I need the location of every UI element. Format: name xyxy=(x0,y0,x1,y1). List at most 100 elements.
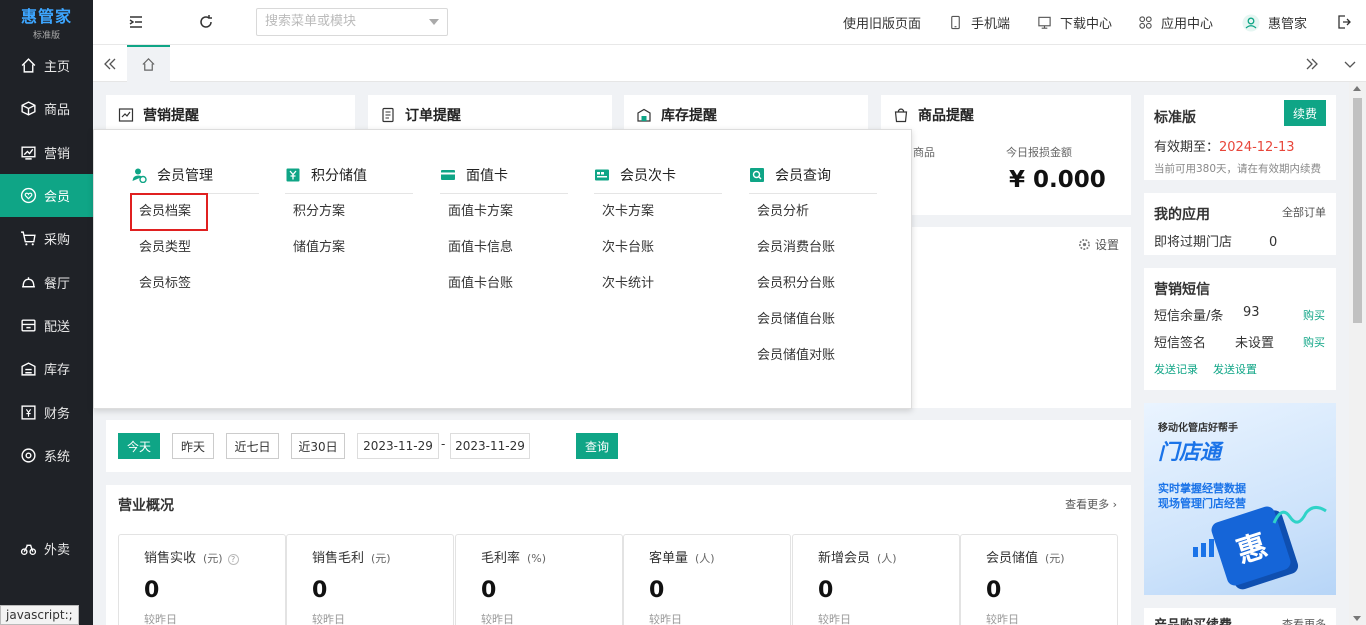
menu-column-times-card: 会员次卡 次卡方案 次卡台账 次卡统计 xyxy=(594,165,722,302)
sidebar-item-takeaway[interactable]: 外卖 xyxy=(0,527,93,570)
app-center-link[interactable]: 应用中心 xyxy=(1138,13,1213,32)
end-date-input[interactable]: 2023-11-29 xyxy=(450,433,530,459)
sidebar-item-restaurant[interactable]: 餐厅 xyxy=(0,260,93,303)
home-icon xyxy=(142,58,155,71)
double-chevron-right-icon[interactable] xyxy=(1305,57,1319,71)
stat-value: 0 xyxy=(986,578,1002,603)
old-version-link[interactable]: 使用旧版页面 xyxy=(843,13,921,32)
double-chevron-left-icon[interactable] xyxy=(103,57,117,71)
date-filter-bar: 今天 昨天 近七日 近30日 2023-11-29 - 2023-11-29 查… xyxy=(106,420,1131,472)
stat-unit: (人) xyxy=(695,552,715,565)
user-menu[interactable]: 惠管家 xyxy=(1242,13,1307,32)
menu-item-member-type[interactable]: 会员类型 xyxy=(131,230,259,266)
date-separator: - xyxy=(441,437,446,451)
stat-card-sales: 销售实收 (元)? 0 较昨日 xyxy=(118,534,286,625)
menu-search-input[interactable]: 搜索菜单或模块 xyxy=(256,8,448,36)
menu-item-stored-value-ledger[interactable]: 会员储值台账 xyxy=(749,302,877,338)
menu-item-value-card-info[interactable]: 面值卡信息 xyxy=(440,230,568,266)
renew-button[interactable]: 续费 xyxy=(1284,100,1326,126)
scroll-up-icon[interactable] xyxy=(1353,86,1361,91)
menu-item-stored-value-reconcile[interactable]: 会员储值对账 xyxy=(749,338,877,374)
sidebar-item-purchase[interactable]: 采购 xyxy=(0,217,93,260)
product-renew-more[interactable]: 查看更多 xyxy=(1282,616,1326,625)
settings-link[interactable]: 设置 xyxy=(1078,236,1119,253)
menu-collapse-icon[interactable] xyxy=(127,13,145,31)
sidebar-item-inventory[interactable]: 库存 xyxy=(0,347,93,390)
tab-home[interactable] xyxy=(127,45,170,82)
warehouse-icon xyxy=(21,362,36,376)
menu-item-times-card-stats[interactable]: 次卡统计 xyxy=(594,266,722,302)
sidebar-item-home[interactable]: 主页 xyxy=(0,44,93,87)
logout-icon[interactable] xyxy=(1336,14,1352,30)
settings-icon xyxy=(21,448,36,463)
promo-banner[interactable]: 移动化管店好帮手 门店通 实时掌握经营数据 现场管理门店经营 惠 xyxy=(1144,403,1336,595)
help-icon[interactable]: ? xyxy=(227,554,239,565)
scroll-down-icon[interactable] xyxy=(1353,616,1361,621)
menu-column-points-stored-value: 积分储值 积分方案 储值方案 xyxy=(285,165,413,266)
menu-column-member-query: 会员查询 会员分析 会员消费台账 会员积分台账 会员储值台账 会员储值对账 xyxy=(749,165,877,374)
menu-item-member-profile[interactable]: 会员档案 xyxy=(130,193,208,231)
page-scrollbar[interactable] xyxy=(1349,82,1366,625)
brand-name: 惠管家 xyxy=(20,7,72,26)
query-button[interactable]: 查询 xyxy=(576,433,618,459)
stat-compare: 较昨日 xyxy=(986,613,1019,625)
brand-logo[interactable]: 惠管家 标准版 xyxy=(0,0,93,44)
sidebar-item-member[interactable]: 会员 xyxy=(0,173,93,218)
menu-item-points-ledger[interactable]: 会员积分台账 xyxy=(749,266,877,302)
points-icon xyxy=(286,168,300,182)
warehouse-icon xyxy=(637,108,651,122)
stat-value: 0 xyxy=(649,578,665,603)
today-button[interactable]: 今天 xyxy=(118,433,160,459)
scroll-thumb[interactable] xyxy=(1353,98,1362,323)
delivery-icon xyxy=(21,319,36,332)
menu-item-stored-value-plan[interactable]: 储值方案 xyxy=(285,230,413,266)
buy-sign-link[interactable]: 购买 xyxy=(1303,334,1325,350)
menu-item-value-card-plan[interactable]: 面值卡方案 xyxy=(440,194,568,230)
menu-item-times-card-plan[interactable]: 次卡方案 xyxy=(594,194,722,230)
sms-card: 营销短信 短信余量/条 93 购买 短信签名 未设置 购买 发送记录 发送设置 xyxy=(1144,268,1336,390)
menu-item-points-plan[interactable]: 积分方案 xyxy=(285,194,413,230)
sidebar-item-marketing[interactable]: 营销 xyxy=(0,131,93,174)
document-icon xyxy=(382,107,394,123)
all-orders-link[interactable]: 全部订单 xyxy=(1282,204,1326,220)
stat-value: 0 xyxy=(312,578,328,603)
menu-item-times-card-ledger[interactable]: 次卡台账 xyxy=(594,230,722,266)
refresh-icon[interactable] xyxy=(197,13,215,31)
sidebar-item-delivery[interactable]: 配送 xyxy=(0,304,93,347)
tab-bar xyxy=(93,45,1366,82)
overview-title: 营业概况 xyxy=(118,498,174,514)
chevron-down-icon[interactable] xyxy=(1343,57,1357,71)
mobile-link[interactable]: 手机端 xyxy=(948,13,1010,32)
menu-item-value-card-ledger[interactable]: 面值卡台账 xyxy=(440,266,568,302)
sms-balance-label: 短信余量/条 xyxy=(1154,309,1224,324)
menu-item-member-tag[interactable]: 会员标签 xyxy=(131,266,259,302)
cube-icon xyxy=(21,101,36,117)
buy-sms-link[interactable]: 购买 xyxy=(1303,307,1325,323)
sidebar-item-system[interactable]: 系统 xyxy=(0,434,93,477)
send-records-link[interactable]: 发送记录 xyxy=(1154,363,1198,376)
stat-label: 会员储值 xyxy=(986,551,1039,566)
sidebar-item-goods[interactable]: 商品 xyxy=(0,87,93,130)
sidebar-item-label: 配送 xyxy=(44,319,71,335)
mobile-label: 手机端 xyxy=(971,17,1011,32)
stat-label: 新增会员 xyxy=(818,551,871,566)
sidebar-item-label: 财务 xyxy=(44,406,71,422)
promo-wave-icon xyxy=(1272,506,1327,524)
last-7-days-button[interactable]: 近七日 xyxy=(226,433,279,459)
start-date-input[interactable]: 2023-11-29 xyxy=(357,433,439,459)
overview-more-link[interactable]: 查看更多 › xyxy=(1065,496,1117,512)
stat-card-margin: 毛利率 (%) 0 较昨日 xyxy=(455,534,623,625)
browser-status-bar: javascript:; xyxy=(0,605,79,625)
menu-item-consumption-ledger[interactable]: 会员消费台账 xyxy=(749,230,877,266)
card-title: 商品提醒 xyxy=(918,108,974,124)
yesterday-button[interactable]: 昨天 xyxy=(172,433,214,459)
menu-item-member-analysis[interactable]: 会员分析 xyxy=(749,194,877,230)
promo-line1: 实时掌握经营数据 xyxy=(1158,482,1246,495)
sidebar-item-finance[interactable]: 财务 xyxy=(0,390,93,433)
expiry-note: 当前可用380天，请在有效期内续费 xyxy=(1154,163,1322,175)
brand-edition: 标准版 xyxy=(32,31,60,41)
send-settings-link[interactable]: 发送设置 xyxy=(1213,363,1257,376)
last-30-days-button[interactable]: 近30日 xyxy=(291,433,345,459)
download-center-link[interactable]: 下载中心 xyxy=(1037,13,1112,32)
sms-title: 营销短信 xyxy=(1154,282,1210,298)
